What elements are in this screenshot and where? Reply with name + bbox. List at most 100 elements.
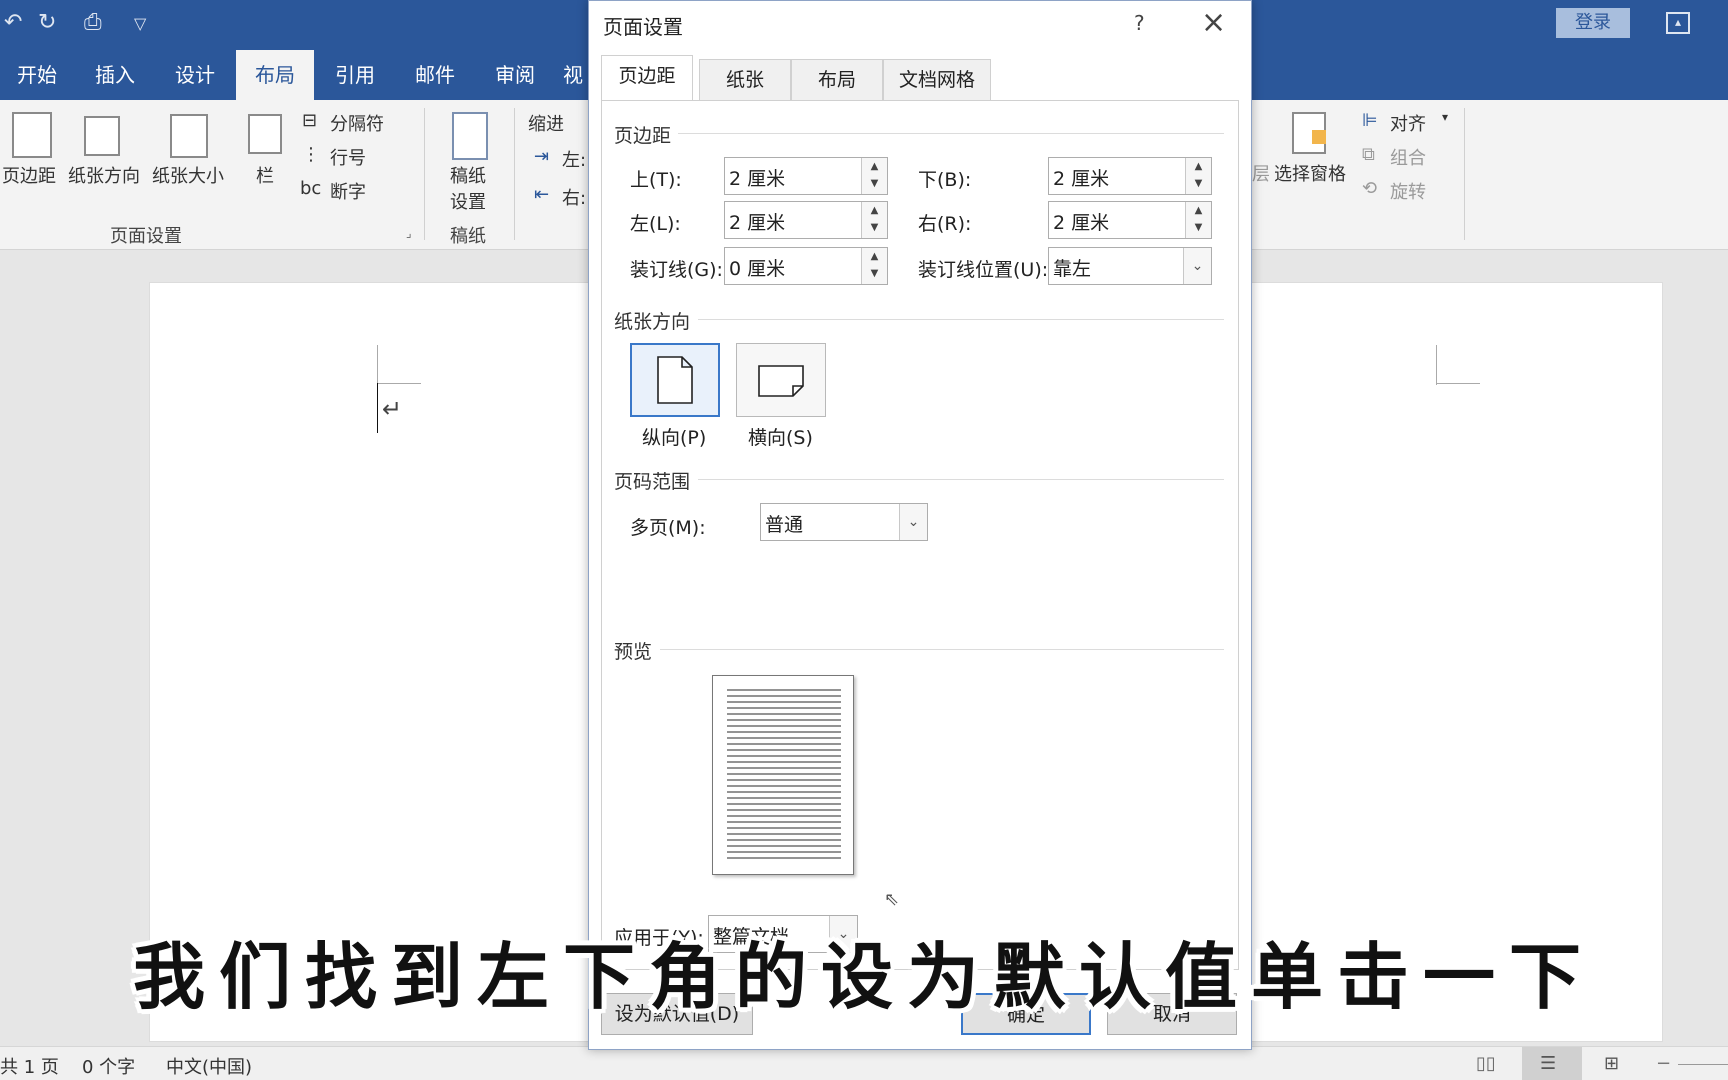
page-setup-dialog: 页面设置 ? × 页边距 纸张 布局 文档网格 页边距 上(T): 2 厘米 ▲…	[588, 0, 1252, 1050]
right-margin-label: 右(R):	[918, 213, 972, 235]
align-button[interactable]: 对齐	[1390, 110, 1426, 136]
language-indicator[interactable]: 中文(中国)	[166, 1053, 252, 1079]
top-margin-label: 上(T):	[630, 169, 682, 191]
gutter-position-label: 装订线位置(U):	[918, 259, 1049, 281]
manuscript-icon	[452, 112, 488, 160]
portrait-option[interactable]	[630, 343, 720, 417]
tab-insert[interactable]: 插入	[78, 50, 152, 100]
indent-label: 缩进	[528, 114, 564, 135]
bottom-margin-stepper[interactable]: 2 厘米 ▲ ▼	[1048, 157, 1212, 195]
group-icon: ⧉	[1362, 144, 1375, 165]
columns-button[interactable]: 栏	[256, 162, 274, 188]
zoom-out-icon[interactable]: −	[1656, 1053, 1671, 1074]
margins-icon	[12, 112, 52, 158]
undo-icon[interactable]: ↶	[4, 10, 22, 35]
orientation-button[interactable]: 纸张方向	[68, 162, 140, 188]
tab-document-grid[interactable]: 文档网格	[883, 59, 991, 101]
crop-mark	[1436, 345, 1437, 385]
bottom-margin-label: 下(B):	[918, 169, 972, 191]
crop-mark	[377, 345, 378, 385]
gutter-stepper[interactable]: 0 厘米 ▲ ▼	[724, 247, 888, 285]
selection-pane-button[interactable]: 选择窗格	[1274, 160, 1346, 186]
line-numbers-button[interactable]: 行号	[330, 144, 366, 170]
tab-margins[interactable]: 页边距	[601, 55, 693, 101]
read-mode-icon[interactable]: ▯▯	[1476, 1053, 1496, 1074]
right-margin-stepper[interactable]: 2 厘米 ▲ ▼	[1048, 201, 1212, 239]
columns-icon	[248, 114, 282, 154]
stepper-arrows-icon[interactable]: ▲ ▼	[861, 248, 887, 284]
customize-qat-icon[interactable]: ▽	[134, 14, 146, 33]
preview-text-lines	[727, 689, 841, 859]
web-layout-icon[interactable]: ⊞	[1604, 1053, 1619, 1074]
print-layout-icon: ☰	[1540, 1053, 1557, 1074]
dialog-title: 页面设置	[603, 15, 683, 39]
paragraph-mark-icon: ↵	[382, 395, 403, 423]
stepper-arrows-icon[interactable]: ▲ ▼	[861, 158, 887, 194]
stepper-arrows-icon[interactable]: ▲ ▼	[1185, 202, 1211, 238]
portrait-page-icon	[657, 356, 693, 404]
hyphenation-button[interactable]: 断字	[330, 178, 366, 204]
landscape-label[interactable]: 横向(S)	[748, 423, 813, 450]
breaks-button[interactable]: 分隔符	[330, 110, 384, 136]
tab-home[interactable]: 开始	[0, 50, 74, 100]
portrait-label[interactable]: 纵向(P)	[642, 423, 706, 450]
multiple-pages-label: 多页(M):	[630, 517, 706, 539]
ribbon-display-icon[interactable]: ▴	[1666, 12, 1690, 34]
login-button[interactable]: 登录	[1556, 8, 1630, 38]
group-separator	[424, 108, 425, 240]
tab-design[interactable]: 设计	[158, 50, 232, 100]
chevron-down-icon: ⌄	[899, 504, 927, 540]
section-divider	[660, 649, 1224, 650]
tab-view[interactable]: 视	[556, 50, 590, 100]
landscape-option[interactable]	[736, 343, 826, 417]
size-icon	[170, 114, 208, 158]
indent-right-icon: ⇤	[534, 184, 550, 205]
crop-mark	[1436, 383, 1480, 384]
tab-review[interactable]: 审阅	[478, 50, 552, 100]
dialog-launcher-icon[interactable]: ⌟	[406, 226, 412, 240]
line-numbers-icon: ⋮	[302, 144, 320, 165]
word-count[interactable]: 0 个字	[82, 1053, 135, 1079]
help-button[interactable]: ?	[1134, 11, 1145, 35]
zoom-slider[interactable]	[1678, 1064, 1728, 1065]
text-cursor	[377, 383, 378, 433]
redo-icon[interactable]: ↻	[38, 10, 56, 35]
section-divider	[678, 133, 1224, 134]
breaks-icon: ⊟	[302, 110, 318, 131]
orientation-section-title: 纸张方向	[614, 311, 691, 333]
tab-layout[interactable]: 布局	[236, 50, 314, 100]
left-margin-stepper[interactable]: 2 厘米 ▲ ▼	[724, 201, 888, 239]
landscape-page-icon	[758, 365, 804, 397]
layer-button-partial[interactable]: 层	[1252, 160, 1270, 186]
quick-print-icon[interactable]: ⎙	[84, 10, 102, 35]
manuscript-button-line2[interactable]: 设置	[450, 188, 486, 214]
manuscript-button-line1[interactable]: 稿纸	[450, 162, 486, 188]
tab-paper[interactable]: 纸张	[699, 59, 791, 101]
page-count[interactable]: 共 1 页	[0, 1053, 59, 1079]
group-button[interactable]: 组合	[1390, 144, 1426, 170]
tab-references[interactable]: 引用	[318, 50, 392, 100]
indent-left-label: 左:	[562, 150, 587, 171]
tab-layout-settings[interactable]: 布局	[791, 59, 883, 101]
stepper-arrows-icon[interactable]: ▲ ▼	[861, 202, 887, 238]
mouse-cursor-icon: ⇖	[884, 889, 900, 910]
section-divider	[698, 479, 1224, 480]
preview-section-title: 预览	[614, 641, 653, 663]
margins-button[interactable]: 页边距	[2, 162, 56, 188]
chevron-down-icon: ⌄	[1183, 248, 1211, 284]
multiple-pages-select[interactable]: 普通 ⌄	[760, 503, 928, 541]
margins-section-title: 页边距	[614, 125, 672, 147]
indent-left-icon: ⇥	[534, 146, 550, 167]
size-button[interactable]: 纸张大小	[152, 162, 224, 188]
top-margin-stepper[interactable]: 2 厘米 ▲ ▼	[724, 157, 888, 195]
rotate-button[interactable]: 旋转	[1390, 178, 1426, 204]
hyphenation-icon: bc	[300, 178, 322, 199]
stepper-arrows-icon[interactable]: ▲ ▼	[1185, 158, 1211, 194]
selection-pane-highlight	[1312, 130, 1326, 144]
crop-mark	[377, 383, 421, 384]
tab-mailings[interactable]: 邮件	[398, 50, 472, 100]
gutter-position-select[interactable]: 靠左 ⌄	[1048, 247, 1212, 285]
close-icon[interactable]: ×	[1201, 5, 1226, 40]
align-icon: ⊫	[1362, 110, 1378, 131]
manuscript-group-label: 稿纸	[450, 226, 486, 247]
